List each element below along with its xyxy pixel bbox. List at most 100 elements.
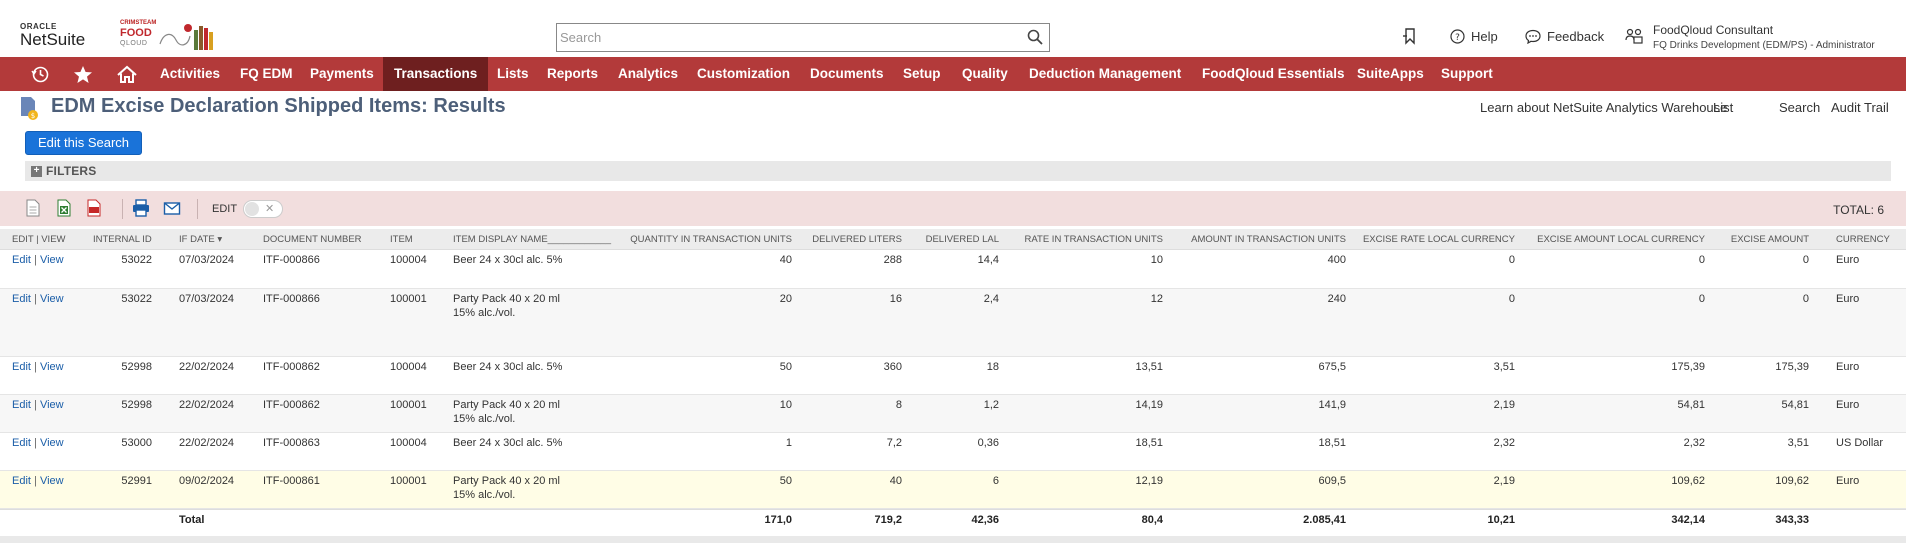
currency-cell: Euro [1836, 293, 1860, 305]
col-item[interactable]: ITEM [390, 234, 413, 245]
audit-trail-link[interactable]: Audit Trail [1831, 100, 1889, 115]
amount-cell: 400 [1327, 254, 1346, 266]
internal-id-cell: 52991 [121, 475, 152, 487]
col-delivered-lal[interactable]: DELIVERED LAL [926, 234, 999, 245]
total-quantity: 171,0 [764, 514, 792, 526]
excise-rate-local-cell: 2,19 [1493, 399, 1515, 411]
nav-quality[interactable]: Quality [962, 57, 1008, 91]
view-link[interactable]: View [40, 293, 64, 305]
col-excise-amount-local[interactable]: EXCISE AMOUNT LOCAL CURRENCY [1537, 234, 1705, 245]
nav-activities[interactable]: Activities [160, 57, 220, 91]
nav-suiteapps[interactable]: SuiteApps [1357, 57, 1424, 91]
col-quantity[interactable]: QUANTITY IN TRANSACTION UNITS [630, 234, 792, 245]
expand-filters-icon[interactable]: + [31, 166, 42, 177]
nav-payments[interactable]: Payments [310, 57, 374, 91]
edit-link[interactable]: Edit [12, 361, 31, 373]
currency-cell: US Dollar [1836, 437, 1884, 449]
item-cell: 100001 [390, 399, 427, 411]
total-excise-amount-local: 342,14 [1671, 514, 1705, 526]
nav-setup[interactable]: Setup [903, 57, 941, 91]
col-item-display-name[interactable]: ITEM DISPLAY NAME____________ [453, 234, 611, 245]
col-delivered-liters[interactable]: DELIVERED LITERS [812, 234, 902, 245]
home-nav-button[interactable] [108, 57, 146, 91]
edit-view-links: Edit | View [12, 292, 64, 306]
help-link[interactable]: ? Help [1450, 24, 1498, 48]
document-number-cell: ITF-000863 [263, 437, 320, 449]
item-display-name-cell: Party Pack 40 x 20 ml 15% alc./vol. [453, 399, 560, 425]
analytics-warehouse-link[interactable]: Learn about NetSuite Analytics Warehouse [1480, 100, 1727, 115]
edit-link[interactable]: Edit [12, 254, 31, 266]
search-link[interactable]: Search [1779, 100, 1820, 115]
edit-view-links: Edit | View [12, 360, 64, 374]
if-date-cell: 22/02/2024 [179, 437, 235, 449]
svg-text:$: $ [31, 112, 35, 120]
nav-lists[interactable]: Lists [497, 57, 529, 91]
nav-documents[interactable]: Documents [810, 57, 884, 91]
feedback-icon [1525, 29, 1541, 44]
edit-link[interactable]: Edit [12, 475, 31, 487]
bottles-icon [159, 24, 213, 50]
nav-reports[interactable]: Reports [547, 57, 598, 91]
edit-search-button[interactable]: Edit this Search [25, 131, 142, 155]
list-link[interactable]: List [1713, 100, 1733, 115]
view-link[interactable]: View [40, 361, 64, 373]
nav-fq-edm[interactable]: FQ EDM [240, 57, 293, 91]
col-document-number[interactable]: DOCUMENT NUMBER [263, 234, 362, 245]
view-link[interactable]: View [40, 254, 64, 266]
total-label: Total [179, 514, 205, 526]
col-amount[interactable]: AMOUNT IN TRANSACTION UNITS [1191, 234, 1346, 245]
delivered-lal-cell: 6 [992, 475, 999, 487]
quantity-cell: 40 [779, 254, 792, 266]
table-total-row: Total 171,0 719,2 42,36 80,4 2.085,41 10… [0, 509, 1906, 529]
export-pdf-icon[interactable] [85, 199, 103, 217]
global-search[interactable] [556, 23, 1050, 52]
edit-link[interactable]: Edit [12, 293, 31, 305]
document-number-cell: ITF-000862 [263, 361, 320, 373]
item-display-name-cell: Beer 24 x 30cl alc. 5% [453, 254, 563, 266]
view-link[interactable]: View [40, 475, 64, 487]
netsuite-logo[interactable]: NetSuite [20, 30, 85, 50]
edit-link[interactable]: Edit [12, 437, 31, 449]
excise-amount-cell: 175,39 [1775, 361, 1809, 373]
export-excel-icon[interactable] [55, 199, 73, 217]
nav-deduction-management[interactable]: Deduction Management [1029, 57, 1181, 91]
global-search-input[interactable] [560, 27, 1020, 48]
col-rate[interactable]: RATE IN TRANSACTION UNITS [1025, 234, 1163, 245]
item-cell: 100004 [390, 361, 427, 373]
col-excise-rate-local[interactable]: EXCISE RATE LOCAL CURRENCY [1363, 234, 1515, 245]
quantity-cell: 1 [785, 437, 792, 449]
col-currency[interactable]: CURRENCY [1836, 234, 1890, 245]
nav-customization[interactable]: Customization [697, 57, 790, 91]
favorites-nav-button[interactable] [64, 57, 102, 91]
nav-transactions[interactable]: Transactions [383, 57, 489, 91]
export-csv-icon[interactable] [24, 199, 42, 217]
edit-link[interactable]: Edit [12, 399, 31, 411]
nav-support[interactable]: Support [1441, 57, 1493, 91]
view-link[interactable]: View [40, 399, 64, 411]
partner-logo-line1: CRIMSTEAM [120, 20, 157, 26]
document-number-cell: ITF-000866 [263, 254, 320, 266]
help-label: Help [1471, 28, 1498, 44]
recent-nav-button[interactable] [21, 57, 59, 91]
col-if-date[interactable]: IF DATE ▾ [179, 234, 222, 245]
feedback-label: Feedback [1547, 28, 1605, 44]
view-link[interactable]: View [40, 437, 64, 449]
col-excise-amount[interactable]: EXCISE AMOUNT [1731, 234, 1809, 245]
nav-foodqloud-essentials[interactable]: FoodQloud Essentials [1202, 57, 1345, 91]
internal-id-cell: 52998 [121, 399, 152, 411]
email-icon[interactable] [163, 199, 181, 217]
help-icon: ? [1450, 28, 1465, 44]
feedback-link[interactable]: Feedback [1525, 24, 1604, 48]
col-internal-id[interactable]: INTERNAL ID [93, 234, 152, 245]
excise-amount-local-cell: 2,32 [1683, 437, 1705, 449]
filters-section[interactable]: + FILTERS [25, 161, 1891, 181]
nav-analytics[interactable]: Analytics [618, 57, 678, 91]
table-row: Edit | View 53000 22/02/2024 ITF-000863 1000… [0, 433, 1906, 471]
footer-band [0, 536, 1906, 543]
recent-records-button[interactable] [1402, 24, 1418, 48]
item-display-name-cell: Party Pack 40 x 20 ml 15% alc./vol. [453, 475, 560, 501]
rate-cell: 14,19 [1135, 399, 1163, 411]
print-icon[interactable] [132, 199, 150, 217]
inline-edit-toggle[interactable]: ✕ [243, 200, 283, 218]
search-icon[interactable] [1027, 29, 1043, 45]
